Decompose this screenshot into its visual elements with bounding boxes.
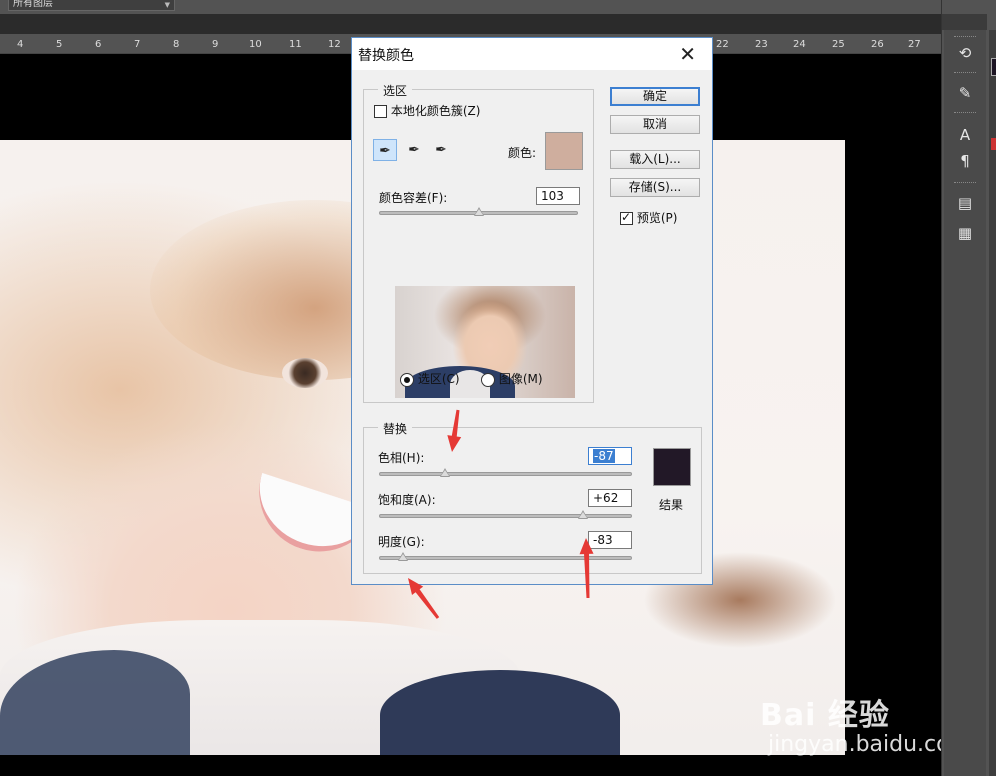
selection-color-swatch[interactable] xyxy=(545,132,583,170)
replacement-group: 替换 色相(H): -87 饱和度(A): +62 明度(G): -83 结果 xyxy=(363,420,702,574)
ruler-tick: 24 xyxy=(793,39,806,50)
watermark-brand: Bai 经验 xyxy=(760,698,890,733)
fuzziness-input[interactable]: 103 xyxy=(536,187,580,205)
cancel-button[interactable]: 取消 xyxy=(610,115,700,134)
saturation-input[interactable]: +62 xyxy=(588,489,632,507)
chevron-down-icon: ▼ xyxy=(164,1,170,9)
notes-icon[interactable]: ▦ xyxy=(954,222,976,244)
preview-label: 预览(P) xyxy=(636,211,678,225)
hue-input[interactable]: -87 xyxy=(588,447,632,465)
saturation-slider-thumb[interactable] xyxy=(578,510,589,519)
ruler-tick: 10 xyxy=(249,39,262,50)
color-label: 颜色: xyxy=(508,146,537,160)
result-label: 结果 xyxy=(659,498,684,512)
foreground-swatch[interactable] xyxy=(991,58,996,76)
ruler-tick: 12 xyxy=(328,39,341,50)
dialog-titlebar[interactable]: 替换颜色 ✕ xyxy=(352,38,712,70)
selection-group: 选区 本地化颜色簇(Z) ✒ ✒ ✒ 颜色: 颜色容差(F): 103 选区(C… xyxy=(363,82,594,403)
lightness-slider-thumb[interactable] xyxy=(397,552,408,561)
saturation-slider[interactable] xyxy=(379,510,632,519)
ruler-tick: 7 xyxy=(134,39,141,50)
ruler-tick: 8 xyxy=(173,39,180,50)
eyedropper-plus-icon[interactable]: ✒ xyxy=(402,139,426,161)
load-button[interactable]: 载入(L)... xyxy=(610,150,700,169)
localized-clusters-checkbox[interactable]: 本地化颜色簇(Z) xyxy=(374,102,480,119)
panel-grip[interactable] xyxy=(954,182,976,185)
photo-eye xyxy=(282,358,328,388)
ruler-tick: 5 xyxy=(56,39,63,50)
radio-image[interactable]: 图像(M) xyxy=(481,370,543,387)
lightness-value: -83 xyxy=(593,533,613,547)
radio-image-dot[interactable] xyxy=(481,372,495,387)
ruler-tick: 26 xyxy=(871,39,884,50)
preview-checkbox-box[interactable] xyxy=(620,210,633,225)
checkbox-box[interactable] xyxy=(374,105,387,118)
panel-grip[interactable] xyxy=(954,112,976,115)
panel-dock: ◂◂ ⟲ ✎ A ¶ ▤ ▦ xyxy=(941,0,996,776)
radio-selection[interactable]: 选区(C) xyxy=(400,370,460,387)
hue-value: -87 xyxy=(593,449,615,463)
document-tab-strip xyxy=(0,14,941,34)
brush-presets-icon[interactable]: ✎ xyxy=(954,82,976,104)
replacement-group-label: 替换 xyxy=(378,420,413,437)
fuzziness-label: 颜色容差(F): xyxy=(379,191,448,205)
color-swatch[interactable] xyxy=(991,138,996,150)
lightness-slider[interactable] xyxy=(379,552,632,561)
paragraph-icon[interactable]: ¶ xyxy=(954,150,976,172)
hue-label: 色相(H): xyxy=(378,451,425,465)
lightness-label: 明度(G): xyxy=(378,535,425,549)
radio-image-label: 图像(M) xyxy=(498,372,543,386)
localized-clusters-label: 本地化颜色簇(Z) xyxy=(390,104,481,118)
eyedropper-minus-icon[interactable]: ✒ xyxy=(429,139,453,161)
panel-icon-column: ⟲ ✎ A ¶ ▤ ▦ xyxy=(944,30,986,776)
layer-comps-icon[interactable]: ▤ xyxy=(954,192,976,214)
panel-grip[interactable] xyxy=(954,72,976,75)
radio-selection-label: 选区(C) xyxy=(417,372,460,386)
dock-header: ◂◂ xyxy=(942,14,987,40)
sample-layers-value: 所有图层 xyxy=(13,0,53,9)
result-color-swatch[interactable] xyxy=(653,448,691,486)
photoshop-window: 所有图层 ▼ 4 5 6 7 8 9 10 11 12 22 23 24 25 … xyxy=(0,0,996,776)
photo-shirt-shadow xyxy=(380,670,620,755)
ruler-tick: 4 xyxy=(17,39,24,50)
close-icon[interactable]: ✕ xyxy=(679,42,696,66)
save-button[interactable]: 存储(S)... xyxy=(610,178,700,197)
ruler-tick: 9 xyxy=(212,39,219,50)
replace-color-dialog: 替换颜色 ✕ 选区 本地化颜色簇(Z) ✒ ✒ ✒ 颜色: 颜色容差(F): 1… xyxy=(351,37,713,585)
options-bar: 所有图层 ▼ xyxy=(0,0,941,14)
saturation-value: +62 xyxy=(593,491,619,505)
ruler-tick: 25 xyxy=(832,39,845,50)
lightness-input[interactable]: -83 xyxy=(588,531,632,549)
history-icon[interactable]: ⟲ xyxy=(954,42,976,64)
baidu-jingyan-watermark: Bai 经验 jingyan.baidu.com xyxy=(760,690,971,757)
fuzziness-value: 103 xyxy=(541,189,564,203)
fuzziness-slider[interactable] xyxy=(379,207,578,216)
hue-slider-thumb[interactable] xyxy=(440,468,451,477)
ruler-tick: 22 xyxy=(716,39,729,50)
ok-button[interactable]: 确定 xyxy=(610,87,700,106)
sample-layers-select[interactable]: 所有图层 ▼ xyxy=(8,0,175,11)
ruler-tick: 27 xyxy=(908,39,921,50)
ruler-tick: 6 xyxy=(95,39,102,50)
eyedropper-icon[interactable]: ✒ xyxy=(373,139,397,161)
panel-grip[interactable] xyxy=(954,36,976,39)
ruler-tick: 11 xyxy=(289,39,302,50)
radio-selection-dot[interactable] xyxy=(400,372,414,387)
ruler-tick: 23 xyxy=(755,39,768,50)
dialog-title: 替换颜色 xyxy=(358,48,414,64)
selection-group-label: 选区 xyxy=(378,82,413,99)
character-icon[interactable]: A xyxy=(954,124,976,146)
preview-checkbox[interactable]: 预览(P) xyxy=(620,209,677,226)
fuzziness-slider-thumb[interactable] xyxy=(473,207,484,216)
saturation-label: 饱和度(A): xyxy=(378,493,436,507)
hue-slider[interactable] xyxy=(379,468,632,477)
